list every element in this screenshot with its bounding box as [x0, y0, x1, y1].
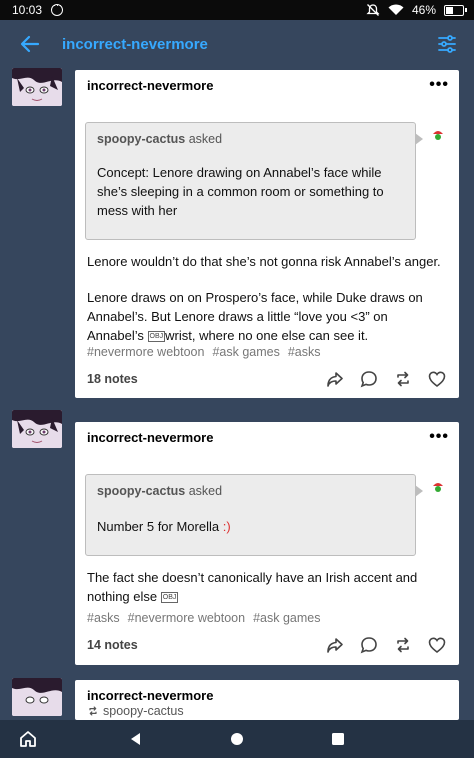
post-actions — [325, 635, 447, 655]
missing-glyph-box: OBJ — [160, 592, 179, 604]
share-icon[interactable] — [325, 369, 345, 389]
notes-count[interactable]: 18 notes — [87, 372, 138, 386]
avatar[interactable] — [12, 68, 62, 106]
ask-question: Number 5 for Morella :) — [97, 517, 402, 536]
like-heart-icon[interactable] — [427, 635, 447, 655]
emoticon-text: :) — [222, 519, 231, 534]
reply-icon[interactable] — [359, 369, 379, 389]
post-card: incorrect-nevermore ••• spoopy-cactus as… — [75, 422, 459, 665]
reblog-icon[interactable] — [393, 369, 413, 389]
reblog-icon[interactable] — [393, 635, 413, 655]
asker-name[interactable]: spoopy-cactus — [97, 484, 185, 498]
home-icon[interactable] — [18, 729, 38, 749]
notes-count[interactable]: 14 notes — [87, 638, 138, 652]
battery-percent: 46% — [411, 3, 436, 17]
tag-link[interactable]: #nevermore webtoon — [87, 345, 204, 359]
system-nav-bar — [0, 720, 474, 758]
page-title: incorrect-nevermore — [62, 36, 208, 53]
post-author[interactable]: incorrect-nevermore — [87, 78, 213, 93]
avatar-illustration-icon — [12, 678, 62, 716]
post-footer: 18 notes — [75, 360, 459, 400]
notification-icon — [51, 0, 63, 16]
back-arrow-icon[interactable] — [18, 32, 42, 56]
share-icon[interactable] — [325, 635, 345, 655]
tag-link[interactable]: #nevermore webtoon — [128, 611, 245, 625]
avatar[interactable] — [12, 678, 62, 716]
post-author[interactable]: incorrect-nevermore — [87, 430, 213, 445]
post-footer: 14 notes — [75, 626, 459, 666]
ask-question: Concept: Lenore drawing on Annabel’s fac… — [97, 165, 384, 218]
post-card: incorrect-nevermore ••• spoopy-cactus as… — [75, 70, 459, 398]
asker-name[interactable]: spoopy-cactus — [97, 132, 185, 146]
post-actions — [325, 369, 447, 389]
status-bar: 10:03 46% — [0, 0, 474, 20]
tag-link[interactable]: #ask games — [212, 345, 279, 359]
status-time: 10:03 — [12, 3, 43, 17]
answer-paragraph: The fact she doesn’t canonically have an… — [87, 568, 447, 606]
like-heart-icon[interactable] — [427, 369, 447, 389]
blog-header: incorrect-nevermore — [0, 20, 474, 70]
ask-box: spoopy-cactus asked Number 5 for Morella… — [85, 474, 423, 556]
avatar-illustration-icon — [12, 410, 62, 448]
nav-back-icon[interactable] — [126, 729, 146, 749]
filter-settings-icon[interactable] — [436, 33, 458, 55]
missing-glyph-box: OBJ — [147, 331, 166, 343]
mute-icon — [366, 4, 380, 16]
battery-fill — [446, 6, 453, 14]
asker-line: spoopy-cactus asked — [97, 484, 222, 498]
asked-label: asked — [188, 132, 223, 146]
avatar-illustration-icon — [12, 68, 62, 106]
answer-paragraph-2: Lenore draws on on Prospero’s face, whil… — [87, 288, 447, 345]
tag-link[interactable]: #asks — [87, 611, 120, 625]
post-card: incorrect-nevermore spoopy-cactus — [75, 680, 459, 720]
avatar[interactable] — [12, 410, 62, 448]
reply-icon[interactable] — [359, 635, 379, 655]
nav-home-circle-icon[interactable] — [227, 729, 247, 749]
asker-avatar-icon[interactable] — [431, 480, 445, 494]
reblog-source-name[interactable]: spoopy-cactus — [103, 704, 184, 718]
answer-paragraph: Lenore wouldn’t do that she’s not gonna … — [87, 254, 441, 269]
tag-list: #asks #nevermore webtoon #ask games — [87, 611, 329, 625]
post-author[interactable]: incorrect-nevermore — [87, 688, 213, 703]
asked-label: asked — [188, 484, 223, 498]
nav-recents-icon[interactable] — [328, 729, 348, 749]
asker-line: spoopy-cactus asked — [97, 132, 222, 146]
more-options-icon[interactable]: ••• — [429, 76, 449, 94]
tag-link[interactable]: #asks — [288, 345, 321, 359]
reblog-small-icon — [89, 706, 97, 716]
more-options-icon[interactable]: ••• — [429, 428, 449, 446]
ask-box: spoopy-cactus asked Concept: Lenore draw… — [85, 122, 423, 240]
asker-avatar-icon[interactable] — [431, 128, 445, 142]
wifi-icon — [388, 4, 404, 15]
answer-text-tail: wrist, where no one else can see it. — [165, 328, 369, 343]
ask-question-text: Number 5 for Morella — [97, 519, 223, 534]
tag-link[interactable]: #ask games — [253, 611, 320, 625]
status-icons: 46% — [366, 3, 467, 17]
answer-text: The fact she doesn’t canonically have an… — [87, 570, 418, 604]
reblog-source: spoopy-cactus — [87, 704, 184, 718]
battery-icon — [444, 4, 467, 16]
tag-list: #nevermore webtoon #ask games #asks — [87, 345, 329, 359]
